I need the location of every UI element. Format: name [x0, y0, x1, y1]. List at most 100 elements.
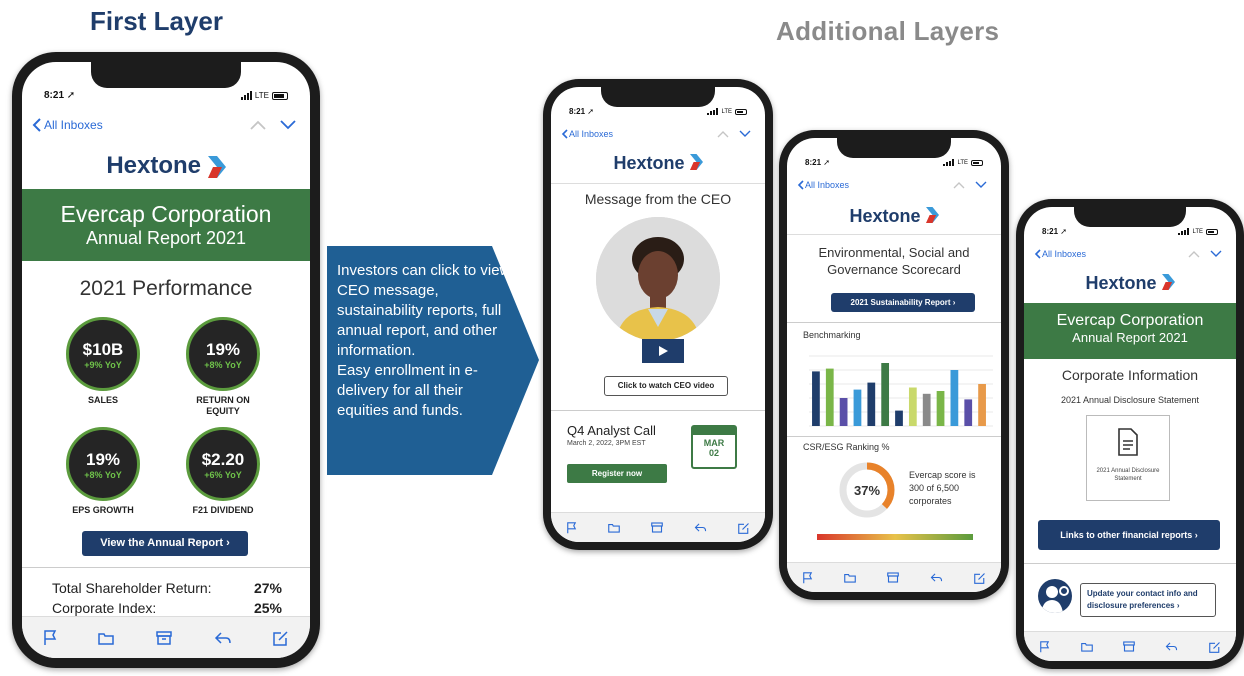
benchmark-bar — [867, 382, 876, 426]
email-screen: 8:21 ➚ LTE All Inboxes Hextone Evercap C… — [22, 62, 310, 658]
benchmark-bar — [964, 399, 973, 426]
next-message-icon[interactable] — [739, 130, 751, 138]
hextone-logo: Hextone — [787, 206, 1001, 228]
flag-icon[interactable] — [802, 571, 813, 584]
hextone-chevron-icon — [1161, 273, 1175, 295]
hextone-logo: Hextone — [22, 152, 310, 180]
metric-delta: +6% YoY — [204, 470, 242, 480]
hextone-logo: Hextone — [551, 153, 765, 175]
archive-icon[interactable] — [156, 630, 172, 645]
compose-icon[interactable] — [273, 630, 289, 646]
event-title: Q4 Analyst Call — [567, 423, 656, 438]
calendar-icon[interactable]: MAR 02 — [691, 425, 737, 469]
mail-toolbar — [22, 616, 310, 658]
metric-value: $2.20 — [201, 450, 245, 469]
reply-icon[interactable] — [694, 522, 707, 533]
archive-icon[interactable] — [651, 522, 663, 533]
play-button[interactable] — [642, 339, 684, 363]
callout-text-part: Investors can click to view CEO message,… — [337, 262, 511, 419]
view-annual-report-button[interactable]: View the Annual Report › — [82, 531, 248, 556]
mail-toolbar — [787, 562, 1001, 592]
back-label: All Inboxes — [44, 118, 103, 132]
register-now-button[interactable]: Register now — [567, 464, 667, 483]
status-bar: 8:21 ➚ LTE — [1024, 227, 1236, 236]
status-bar: 8:21 ➚ LTE — [551, 107, 765, 116]
first-layer-heading: First Layer — [90, 6, 223, 36]
divider — [551, 183, 765, 184]
folder-icon[interactable] — [844, 572, 856, 583]
back-button[interactable]: All Inboxes — [561, 129, 613, 139]
metric-label: F21 DIVIDEND — [192, 505, 254, 515]
folder-icon[interactable] — [1080, 641, 1093, 652]
back-button[interactable]: All Inboxes — [797, 180, 849, 190]
reply-icon[interactable] — [930, 572, 943, 583]
compose-icon[interactable] — [737, 522, 750, 534]
phone-esg-scorecard: 8:21 ➚ LTE All Inboxes Hextone Environme… — [779, 130, 1009, 600]
signal-icon — [1178, 228, 1190, 235]
report-banner: Evercap Corporation Annual Report 2021 — [1024, 303, 1236, 359]
archive-icon[interactable] — [887, 572, 899, 583]
chevron-left-icon — [797, 180, 804, 190]
compose-icon[interactable] — [1208, 641, 1221, 653]
brand-name: Hextone — [1085, 273, 1157, 293]
metric-label: EPS GROWTH — [72, 505, 134, 515]
reply-icon[interactable] — [214, 631, 232, 645]
watch-ceo-video-button[interactable]: Click to watch CEO video — [604, 376, 728, 396]
reply-icon[interactable] — [1165, 641, 1178, 652]
previous-message-icon[interactable] — [250, 120, 266, 130]
benchmark-bar — [825, 368, 834, 426]
mail-toolbar — [551, 512, 765, 542]
disclosure-title: 2021 Annual Disclosure Statement — [1060, 395, 1200, 405]
previous-message-icon[interactable] — [717, 130, 729, 138]
update-preferences-button[interactable]: Update your contact info and disclosure … — [1080, 583, 1216, 617]
status-time: 8:21 ➚ — [805, 158, 830, 167]
next-message-icon[interactable] — [1210, 250, 1222, 258]
chevron-left-icon — [32, 118, 41, 132]
flag-icon[interactable] — [43, 629, 57, 646]
previous-message-icon[interactable] — [1188, 250, 1200, 258]
metric-value: 19% — [205, 340, 241, 359]
disclosure-document-link[interactable]: 2021 Annual Disclosure Statement — [1086, 415, 1170, 501]
folder-icon[interactable] — [608, 522, 620, 533]
back-button[interactable]: All Inboxes — [32, 118, 103, 132]
contact-settings-icon — [1038, 579, 1072, 613]
esg-title: Environmental, Social and Governance Sco… — [818, 245, 970, 277]
phone-notch — [601, 87, 715, 107]
hextone-chevron-icon — [689, 153, 703, 175]
button-label: Register now — [591, 469, 643, 478]
battery-icon — [1206, 228, 1218, 235]
brand-name: Hextone — [613, 153, 685, 173]
document-caption: 2021 Annual Disclosure Statement — [1096, 468, 1160, 482]
callout-text: Investors can click to view CEO message,… — [337, 261, 513, 421]
benchmark-bar — [881, 363, 890, 426]
next-message-icon[interactable] — [280, 120, 296, 130]
network-label: LTE — [957, 159, 968, 166]
ranking-scale-bar — [817, 534, 973, 540]
compose-icon[interactable] — [973, 572, 986, 584]
archive-icon[interactable] — [1123, 641, 1135, 652]
back-label: All Inboxes — [1042, 249, 1087, 259]
additional-layers-heading: Additional Layers — [776, 16, 1000, 46]
benchmarking-chart — [809, 355, 993, 427]
next-message-icon[interactable] — [975, 181, 987, 189]
brand-name: Hextone — [106, 152, 201, 179]
flag-icon[interactable] — [566, 521, 577, 534]
flag-icon[interactable] — [1039, 640, 1050, 653]
calendar-day: 02 — [708, 448, 719, 458]
financial-reports-button[interactable]: Links to other financial reports › — [1038, 520, 1220, 550]
callout-arrow: Investors can click to view CEO message,… — [327, 246, 539, 475]
sustainability-report-button[interactable]: 2021 Sustainability Report › — [831, 293, 975, 312]
folder-icon[interactable] — [98, 631, 115, 645]
benchmark-bar — [839, 398, 848, 426]
event-time: March 2, 2022, 3PM EST — [567, 440, 646, 447]
chevron-left-icon — [561, 129, 568, 139]
ceo-photo — [596, 217, 720, 341]
previous-message-icon[interactable] — [953, 181, 965, 189]
donut-value: 37% — [853, 483, 881, 498]
back-button[interactable]: All Inboxes — [1034, 249, 1086, 259]
signal-icon — [707, 108, 719, 115]
metric-sales: $10B +9% YoY — [66, 317, 140, 391]
stat-row: Total Shareholder Return: 27% — [52, 580, 282, 596]
hextone-chevron-icon — [925, 206, 939, 228]
button-label: View the Annual Report — [100, 537, 224, 549]
